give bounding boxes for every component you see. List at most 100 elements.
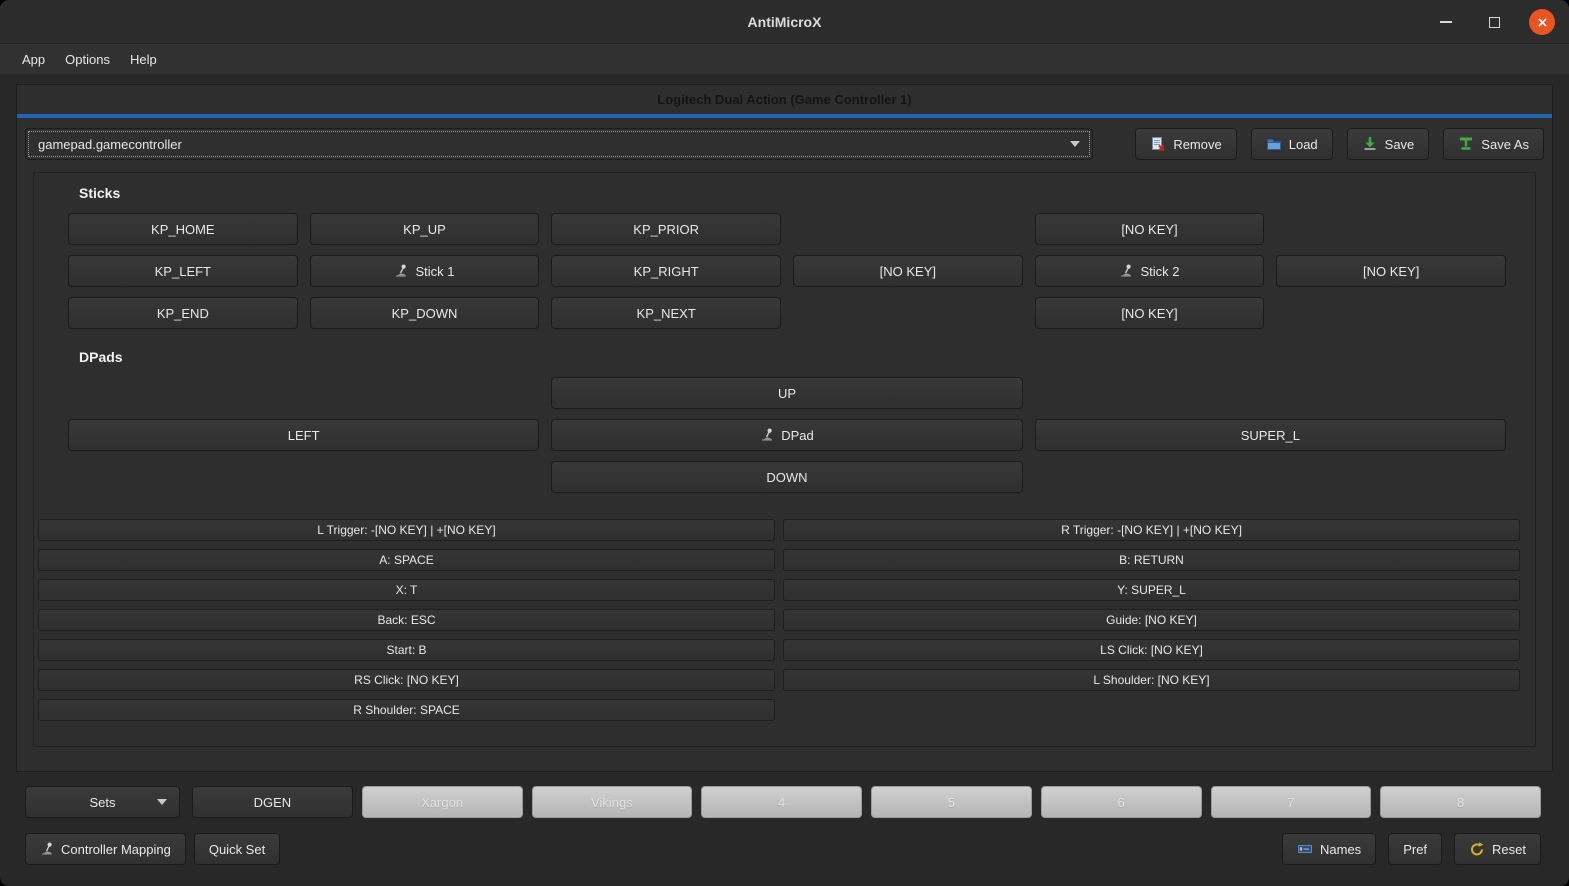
sticks-grid: KP_HOME KP_UP KP_PRIOR [NO KEY] KP_LEFT [68, 213, 1506, 329]
guide-button[interactable]: Guide: [NO KEY] [783, 609, 1520, 631]
a-button[interactable]: A: SPACE [38, 549, 775, 571]
y-button[interactable]: Y: SUPER_L [783, 579, 1520, 601]
dpad-center-button[interactable]: DPad [551, 419, 1022, 451]
quick-set-button[interactable]: Quick Set [194, 833, 280, 865]
profile-bar: gamepad.gamecontroller [25, 128, 1544, 160]
controller-tab[interactable]: Logitech Dual Action (Game Controller 1) [17, 85, 1552, 114]
dpads-heading: DPads [79, 349, 1506, 365]
save-as-button[interactable]: Save As [1443, 128, 1544, 160]
window-title: AntiMicroX [748, 14, 822, 30]
stick1-upright-button[interactable]: KP_PRIOR [551, 213, 781, 245]
stick1-downleft-button[interactable]: KP_END [68, 297, 298, 329]
stick1-right-button[interactable]: KP_RIGHT [551, 255, 781, 287]
l-trigger-button[interactable]: L Trigger: -[NO KEY] | +[NO KEY] [38, 519, 775, 541]
joystick-icon [40, 842, 54, 856]
set-button-7[interactable]: 7 [1211, 786, 1372, 818]
pref-label: Pref [1403, 842, 1427, 857]
set-button-3[interactable]: Vikings [532, 786, 693, 818]
dpad-down-button[interactable]: DOWN [551, 461, 1022, 493]
set-button-5[interactable]: 5 [871, 786, 1032, 818]
maximize-button[interactable] [1481, 9, 1507, 35]
stick1-up-button[interactable]: KP_UP [310, 213, 540, 245]
dpad-grid: UP LEFT DPad [68, 377, 1506, 493]
back-button[interactable]: Back: ESC [38, 609, 775, 631]
dpad-up-button[interactable]: UP [551, 377, 1022, 409]
start-button[interactable]: Start: B [38, 639, 775, 661]
rename-icon [1297, 841, 1313, 857]
app-window: AntiMicroX App Options Help Logitech Dua… [0, 0, 1569, 886]
tab-pane: gamepad.gamecontroller [17, 118, 1552, 755]
stick2-label: Stick 2 [1140, 264, 1179, 279]
chevron-down-icon [1070, 141, 1080, 147]
remove-document-icon [1150, 136, 1166, 152]
controller-mapping-button[interactable]: Controller Mapping [25, 833, 186, 865]
save-button[interactable]: Save [1347, 128, 1430, 160]
set-button-4[interactable]: 4 [701, 786, 862, 818]
stick2-up-button[interactable]: [NO KEY] [1035, 213, 1265, 245]
joystick-icon [760, 428, 774, 442]
menu-help[interactable]: Help [120, 48, 167, 71]
save-download-icon [1362, 136, 1378, 152]
l-shoulder-button[interactable]: L Shoulder: [NO KEY] [783, 669, 1520, 691]
button-assignment-list: L Trigger: -[NO KEY] | +[NO KEY] R Trigg… [34, 519, 1535, 721]
r-shoulder-button[interactable]: R Shoulder: SPACE [38, 699, 775, 721]
profile-combobox[interactable]: gamepad.gamecontroller [25, 128, 1093, 160]
save-button-label: Save [1385, 137, 1415, 152]
sets-selector[interactable]: Sets [25, 786, 180, 818]
controller-tab-label: Logitech Dual Action (Game Controller 1) [657, 92, 911, 107]
sets-selector-label: Sets [89, 795, 115, 810]
stick1-left-button[interactable]: KP_LEFT [68, 255, 298, 287]
minimize-icon [1440, 21, 1452, 23]
set-button-6[interactable]: 6 [1041, 786, 1202, 818]
dpad-label: DPad [781, 428, 814, 443]
joystick-icon [394, 264, 408, 278]
load-button-label: Load [1289, 137, 1318, 152]
reset-label: Reset [1492, 842, 1526, 857]
x-button[interactable]: X: T [38, 579, 775, 601]
stick2-center-button[interactable]: Stick 2 [1035, 255, 1265, 287]
minimize-button[interactable] [1433, 9, 1459, 35]
stick1-label: Stick 1 [415, 264, 454, 279]
remove-button[interactable]: Remove [1135, 128, 1236, 160]
profile-combobox-value: gamepad.gamecontroller [38, 137, 182, 152]
titlebar: AntiMicroX [0, 0, 1569, 44]
menu-options[interactable]: Options [55, 48, 120, 71]
sets-bar: Sets DGEN Xargon Vikings 4 5 6 7 8 [25, 786, 1541, 818]
rs-click-button[interactable]: RS Click: [NO KEY] [38, 669, 775, 691]
menubar: App Options Help [0, 44, 1569, 74]
save-as-icon [1458, 136, 1474, 152]
remove-button-label: Remove [1173, 137, 1221, 152]
window-controls [1433, 0, 1555, 44]
set-button-1[interactable]: DGEN [192, 786, 353, 818]
set-button-2[interactable]: Xargon [362, 786, 523, 818]
sticks-heading: Sticks [79, 185, 1506, 201]
save-as-button-label: Save As [1481, 137, 1529, 152]
controller-mapping-label: Controller Mapping [61, 842, 171, 857]
joystick-icon [1119, 264, 1133, 278]
r-trigger-button[interactable]: R Trigger: -[NO KEY] | +[NO KEY] [783, 519, 1520, 541]
stick2-right-button[interactable]: [NO KEY] [1276, 255, 1506, 287]
footer-bar: Controller Mapping Quick Set Names Pref [25, 833, 1541, 865]
stick1-downright-button[interactable]: KP_NEXT [551, 297, 781, 329]
pref-button[interactable]: Pref [1388, 833, 1442, 865]
close-button[interactable] [1529, 9, 1555, 35]
controller-tab-widget: Logitech Dual Action (Game Controller 1)… [16, 84, 1553, 772]
stick1-down-button[interactable]: KP_DOWN [310, 297, 540, 329]
load-folder-icon [1266, 136, 1282, 152]
names-label: Names [1320, 842, 1361, 857]
ls-click-button[interactable]: LS Click: [NO KEY] [783, 639, 1520, 661]
dpad-right-button[interactable]: SUPER_L [1035, 419, 1506, 451]
load-button[interactable]: Load [1251, 128, 1333, 160]
quick-set-label: Quick Set [209, 842, 265, 857]
reset-refresh-icon [1469, 841, 1485, 857]
names-button[interactable]: Names [1282, 833, 1376, 865]
stick2-left-button[interactable]: [NO KEY] [793, 255, 1023, 287]
reset-button[interactable]: Reset [1454, 833, 1541, 865]
menu-app[interactable]: App [12, 48, 55, 71]
dpad-left-button[interactable]: LEFT [68, 419, 539, 451]
b-button[interactable]: B: RETURN [783, 549, 1520, 571]
stick1-center-button[interactable]: Stick 1 [310, 255, 540, 287]
stick1-upleft-button[interactable]: KP_HOME [68, 213, 298, 245]
set-button-8[interactable]: 8 [1380, 786, 1541, 818]
stick2-down-button[interactable]: [NO KEY] [1035, 297, 1265, 329]
